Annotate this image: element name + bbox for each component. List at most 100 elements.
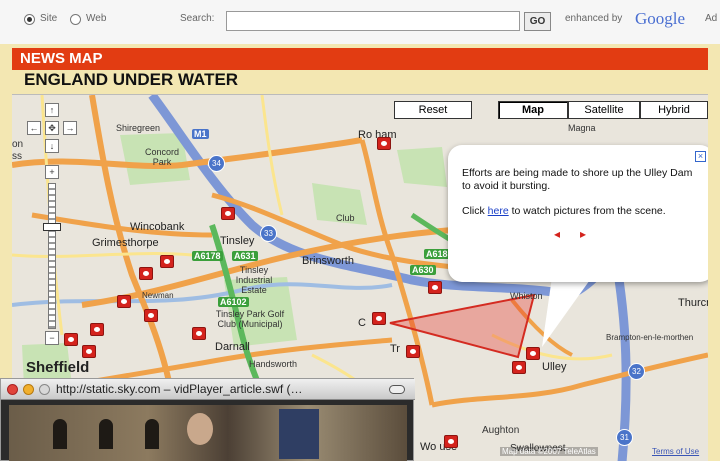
site-search-bar: Site Web Search: GO enhanced by Google A… [0, 0, 720, 44]
site-radio[interactable] [24, 14, 35, 25]
video-player-window[interactable]: http://static.sky.com – vidPlayer_articl… [0, 378, 415, 461]
place-tr: Tr [390, 343, 400, 355]
place-newman: Newman [142, 291, 174, 300]
place-on: on [12, 139, 24, 150]
place-concord-park: Concord Park [144, 147, 180, 167]
news-marker[interactable] [117, 295, 131, 308]
watch-pictures-link[interactable]: here [488, 205, 509, 217]
place-club: Club [336, 213, 355, 223]
zoom-in-button[interactable]: + [45, 165, 59, 179]
place-aughton: Aughton [482, 425, 520, 436]
news-marker[interactable] [221, 207, 235, 220]
enhanced-by-label: enhanced by [565, 13, 623, 24]
web-radio[interactable] [70, 14, 81, 25]
road-m1: M1 [192, 129, 209, 139]
junction-33: 33 [260, 225, 277, 242]
road-a618: A618 [424, 249, 450, 259]
bubble-pointer [542, 277, 592, 347]
pan-left-button[interactable]: ← [27, 121, 41, 135]
news-map-banner: NEWS MAP [12, 48, 708, 70]
terms-of-use-link[interactable]: Terms of Use [652, 447, 699, 456]
video-window-arch [145, 419, 159, 449]
news-marker[interactable] [64, 333, 78, 346]
map-type-map-button[interactable]: Map [498, 101, 568, 119]
web-radio-label: Web [86, 13, 107, 24]
news-marker[interactable] [444, 435, 458, 448]
stained-glass [279, 409, 319, 459]
close-window-icon[interactable] [7, 384, 18, 395]
minimize-window-icon[interactable] [23, 384, 34, 395]
video-window-arch [99, 419, 113, 449]
news-marker[interactable] [526, 347, 540, 360]
search-label: Search: [180, 13, 215, 24]
reset-button[interactable]: Reset [394, 101, 472, 119]
place-ss: ss [12, 151, 22, 162]
road-a630: A630 [410, 265, 436, 275]
video-window-arch [53, 419, 67, 449]
place-handsworth: Handsworth [249, 359, 298, 369]
news-marker[interactable] [372, 312, 386, 325]
place-brampton: Brampton-en-le-morthen [606, 333, 694, 342]
place-shiregreen: Shiregreen [116, 123, 161, 133]
pan-up-button[interactable]: ↑ [45, 103, 59, 117]
zoom-slider-track[interactable] [48, 183, 56, 329]
pan-center-button[interactable]: ✥ [45, 121, 59, 135]
pan-down-button[interactable]: ↓ [45, 139, 59, 153]
slideshow-arrows: ◂▸ [462, 228, 698, 241]
place-darnall: Darnall [215, 341, 250, 353]
info-window-link-line: Click here to watch pictures from the sc… [462, 205, 698, 218]
place-grimesthorpe: Grimesthorpe [92, 237, 159, 249]
news-marker[interactable] [192, 327, 206, 340]
news-marker[interactable] [144, 309, 158, 322]
road-a6178: A6178 [192, 251, 223, 261]
place-c: C [358, 317, 366, 329]
map-type-hybrid-button[interactable]: Hybrid [640, 101, 708, 119]
map-copyright: Map data ©2007 TeleAtlas [500, 447, 598, 456]
zoom-slider-handle[interactable] [43, 223, 61, 231]
video-frame[interactable] [9, 405, 407, 461]
site-radio-label: Site [40, 13, 58, 24]
place-magna: Magna [568, 123, 596, 133]
news-marker[interactable] [139, 267, 153, 280]
person-head [187, 413, 213, 445]
place-tinsley-industrial-estate: Tinsley Industrial Estate [235, 265, 273, 295]
close-icon[interactable]: × [695, 151, 706, 162]
video-window-titlebar[interactable]: http://static.sky.com – vidPlayer_articl… [1, 379, 415, 400]
screenshot-page: Site Web Search: GO enhanced by Google A… [0, 0, 720, 461]
news-marker[interactable] [377, 137, 391, 150]
news-marker[interactable] [406, 345, 420, 358]
road-a631: A631 [232, 251, 258, 261]
zoom-window-icon[interactable] [39, 384, 50, 395]
next-arrow-icon[interactable]: ▸ [580, 227, 606, 241]
google-logo: Google [635, 9, 686, 28]
junction-31: 31 [616, 429, 633, 446]
prev-arrow-icon[interactable]: ◂ [554, 227, 580, 241]
click-label: Click [462, 205, 485, 217]
pan-right-button[interactable]: → [63, 121, 77, 135]
place-ulley: Ulley [542, 361, 567, 373]
link-tail-text: to watch pictures from the scene. [511, 205, 666, 217]
news-marker[interactable] [90, 323, 104, 336]
road-a6102: A6102 [218, 297, 249, 307]
place-sheffield: Sheffield [26, 359, 90, 376]
info-window: × Efforts are being made to shore up the… [448, 145, 708, 282]
map-type-satellite-button[interactable]: Satellite [568, 101, 640, 119]
news-marker[interactable] [512, 361, 526, 374]
video-window-title: http://static.sky.com – vidPlayer_articl… [56, 382, 303, 396]
junction-34: 34 [208, 155, 225, 172]
place-tinsley-park-golf: Tinsley Park Golf Club (Municipal) [215, 309, 285, 329]
search-input[interactable] [226, 11, 520, 31]
zoom-out-button[interactable]: − [45, 331, 59, 345]
info-window-text: Efforts are being made to shore up the U… [462, 167, 693, 192]
junction-32: 32 [628, 363, 645, 380]
news-marker[interactable] [82, 345, 96, 358]
toolbar-toggle-icon[interactable] [389, 385, 405, 394]
place-wincobank: Wincobank [130, 221, 185, 233]
go-button[interactable]: GO [524, 12, 551, 31]
place-thurcroft: Thurcro [678, 297, 708, 309]
page-headline: ENGLAND UNDER WATER [24, 70, 239, 89]
news-marker[interactable] [428, 281, 442, 294]
place-tinsley: Tinsley [220, 235, 255, 247]
ad-label: Ad [705, 13, 718, 24]
news-marker[interactable] [160, 255, 174, 268]
